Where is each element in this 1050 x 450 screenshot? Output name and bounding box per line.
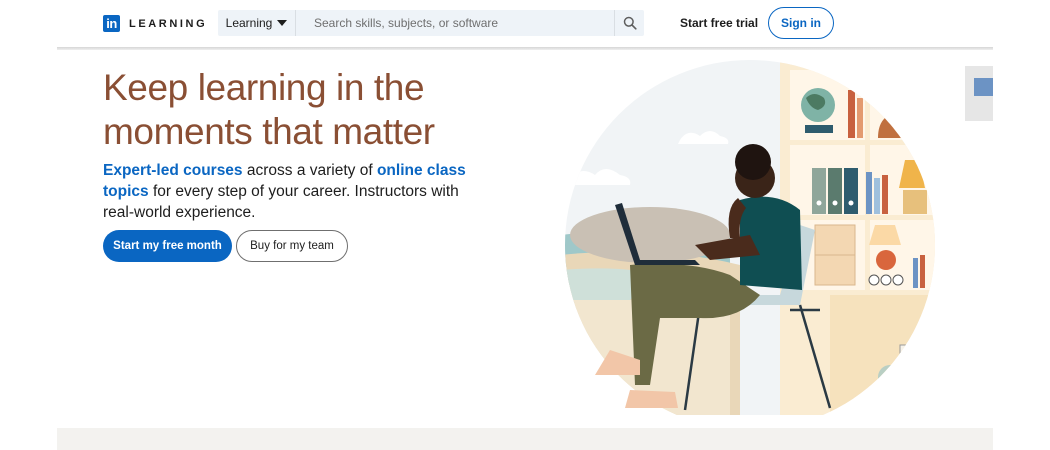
buy-for-team-button[interactable]: Buy for my team [236,230,348,262]
search-icon [623,16,637,30]
footer-band [57,428,993,450]
linkedin-logo-icon: in [103,15,120,32]
logo-text: LEARNING [129,17,208,30]
search-button[interactable] [614,10,644,36]
search-category-label: Learning [225,16,273,30]
search-bar: Learning [218,10,644,36]
search-category-dropdown[interactable]: Learning [218,10,296,36]
subtitle-text: across a variety of [242,162,377,179]
start-free-trial-link[interactable]: Start free trial [680,16,758,30]
start-free-month-button[interactable]: Start my free month [103,230,232,262]
header-divider [57,47,993,50]
subtitle-text: for every step of your career. Instructo… [103,183,459,221]
hero-subtitle: Expert-led courses across a variety of o… [103,160,473,223]
search-input[interactable] [296,10,614,36]
caret-down-icon [277,20,288,26]
sign-in-button[interactable]: Sign in [768,7,834,39]
expert-led-courses-link[interactable]: Expert-led courses [103,162,243,179]
linkedin-learning-logo[interactable]: in LEARNING [103,15,207,32]
hero-illustration [565,60,993,415]
hero-title: Keep learning in the moments that matter [103,67,435,152]
